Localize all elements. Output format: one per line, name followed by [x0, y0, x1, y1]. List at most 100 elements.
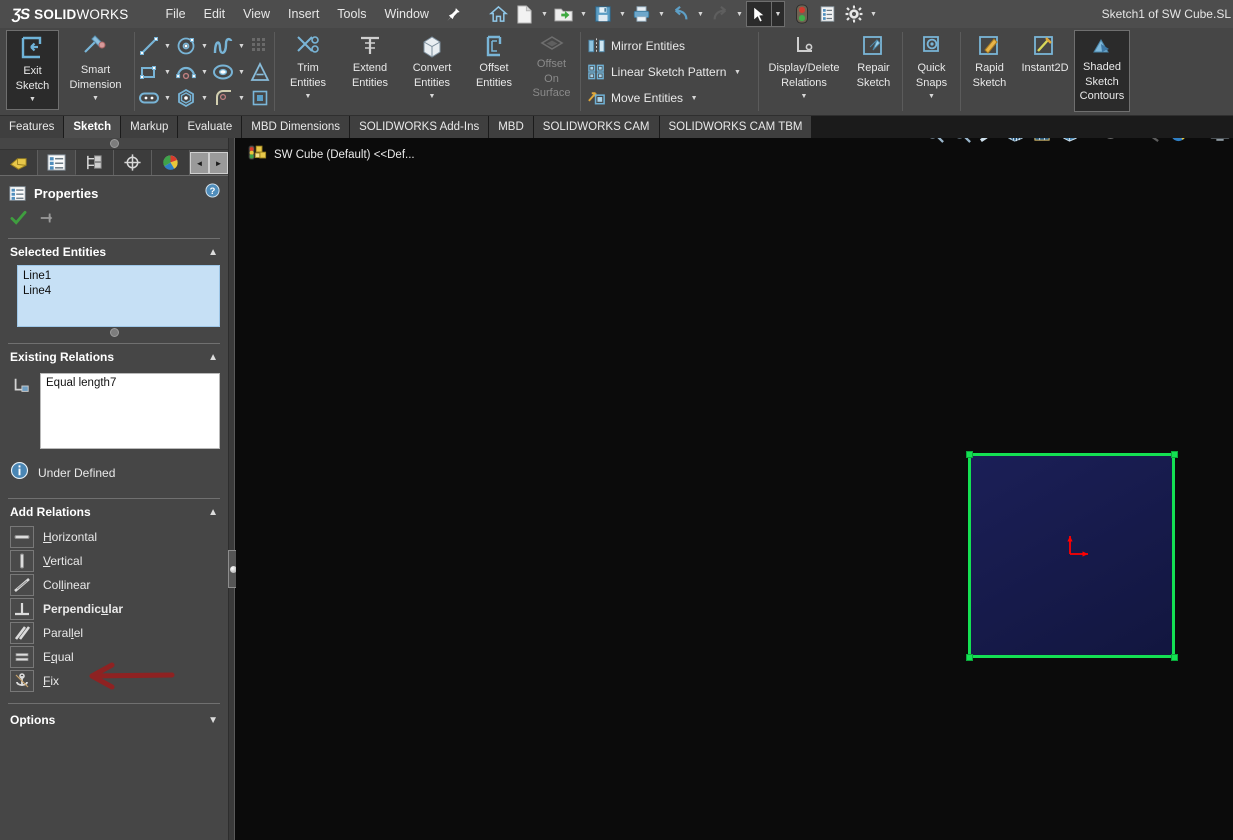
instant2d-button[interactable]: Instant2D	[1016, 30, 1074, 115]
rebuild-icon[interactable]	[789, 1, 815, 27]
slot-caret-icon[interactable]: ▼	[161, 86, 174, 110]
print-icon[interactable]	[629, 1, 655, 27]
relation-parallel[interactable]: Parallel	[0, 621, 228, 645]
ellipse-icon[interactable]	[211, 60, 235, 84]
tab-solidworks-cam-tbm[interactable]: SOLIDWORKS CAM TBM	[660, 116, 813, 138]
line-caret-icon[interactable]: ▼	[161, 34, 174, 58]
sketch-endpoint[interactable]	[966, 654, 973, 661]
selected-entity-item[interactable]: Line1	[23, 269, 214, 284]
tab-features[interactable]: Features	[0, 116, 64, 138]
chevron-up-icon-add[interactable]: ▲	[208, 507, 218, 518]
convert-entities-button[interactable]: Convert Entities ▼	[401, 30, 463, 115]
rectangle-caret-icon[interactable]: ▼	[161, 60, 174, 84]
plane-icon[interactable]	[248, 86, 272, 110]
options-header[interactable]: Options ▼	[0, 704, 228, 733]
open-document-caret-icon[interactable]: ▼	[577, 1, 590, 27]
text-icon[interactable]	[248, 60, 272, 84]
menu-insert[interactable]: Insert	[279, 3, 328, 25]
rectangle-icon[interactable]	[137, 60, 161, 84]
panel-top-grip[interactable]	[0, 138, 228, 150]
panel-splitter[interactable]	[229, 138, 235, 840]
sketch-line-right[interactable]	[1172, 454, 1175, 657]
polygon-icon[interactable]	[174, 86, 198, 110]
trim-entities-button[interactable]: Trim Entities ▼	[277, 30, 339, 115]
tab-mbd[interactable]: MBD	[489, 116, 534, 138]
tab-markup[interactable]: Markup	[121, 116, 178, 138]
hide-show-items-icon[interactable]	[1097, 138, 1124, 146]
undo-icon[interactable]	[668, 1, 694, 27]
existing-relation-item[interactable]: Equal length7	[46, 376, 214, 391]
pushpin-icon[interactable]	[444, 4, 464, 24]
sketch-endpoint[interactable]	[1171, 654, 1178, 661]
graphics-area[interactable]: ▼ ▼ ▼ SW Cube (Default) <<Def...	[236, 138, 1233, 840]
extend-entities-button[interactable]: Extend Entities	[339, 30, 401, 115]
menu-edit[interactable]: Edit	[195, 3, 235, 25]
panel-tab-feature-manager[interactable]	[0, 150, 38, 175]
grip-handle-icon[interactable]	[110, 139, 119, 148]
offset-entities-button[interactable]: Offset Entities	[463, 30, 525, 115]
quick-snaps-button[interactable]: Quick Snaps ▼	[905, 30, 958, 115]
panel-tab-dimxpert-manager[interactable]	[114, 150, 152, 175]
exit-sketch-dropdown-icon[interactable]: ▼	[29, 94, 36, 107]
select-cursor-icon[interactable]	[746, 1, 772, 27]
zoom-to-fit-icon[interactable]	[921, 138, 948, 146]
section-view-icon[interactable]	[1002, 138, 1029, 146]
full-screen-icon[interactable]	[1206, 138, 1233, 146]
tab-sketch[interactable]: Sketch	[64, 116, 121, 138]
linear-sketch-pattern-item[interactable]: Linear Sketch Pattern ▼	[583, 59, 756, 85]
linear-sketch-pattern-caret-icon[interactable]: ▼	[726, 69, 748, 76]
shaded-sketch-contours-button[interactable]: Shaded Sketch Contours	[1074, 30, 1130, 112]
display-style-icon[interactable]	[1056, 138, 1083, 146]
panel-tab-prev-button[interactable]: ◄	[190, 152, 209, 174]
add-relations-header[interactable]: Add Relations ▲	[0, 499, 228, 525]
selected-entities-listbox[interactable]: Line1 Line4	[17, 265, 220, 327]
select-caret-icon[interactable]: ▼	[772, 1, 785, 27]
panel-tab-configuration-manager[interactable]	[76, 150, 114, 175]
help-question-icon[interactable]: ?	[205, 183, 220, 203]
panel-tab-display-manager[interactable]	[152, 150, 190, 175]
ellipse-caret-icon[interactable]: ▼	[235, 60, 248, 84]
tab-evaluate[interactable]: Evaluate	[178, 116, 242, 138]
zoom-to-area-icon[interactable]	[948, 138, 975, 146]
exit-sketch-button[interactable]: Exit Sketch ▼	[6, 30, 59, 110]
options-caret-icon[interactable]: ▼	[867, 1, 880, 27]
rapid-sketch-button[interactable]: Rapid Sketch	[963, 30, 1016, 115]
tab-solidworks-add-ins[interactable]: SOLIDWORKS Add-Ins	[350, 116, 489, 138]
line-icon[interactable]	[137, 34, 161, 58]
view-orientation-icon[interactable]	[1029, 138, 1056, 146]
menu-window[interactable]: Window	[375, 3, 437, 25]
fillet-caret-icon[interactable]: ▼	[235, 86, 248, 110]
spline-icon[interactable]	[211, 34, 235, 58]
fillet-icon[interactable]	[211, 86, 235, 110]
hide-show-items-caret-icon[interactable]: ▼	[1124, 138, 1138, 146]
menu-file[interactable]: File	[156, 3, 194, 25]
move-entities-caret-icon[interactable]: ▼	[683, 95, 705, 102]
circle-caret-icon[interactable]: ▼	[198, 34, 211, 58]
arc-caret-icon[interactable]: ▼	[198, 60, 211, 84]
chevron-up-icon-selected[interactable]: ▲	[208, 247, 218, 258]
tab-solidworks-cam[interactable]: SOLIDWORKS CAM	[534, 116, 660, 138]
menu-tools[interactable]: Tools	[328, 3, 375, 25]
save-caret-icon[interactable]: ▼	[616, 1, 629, 27]
sketch-line-top[interactable]	[969, 453, 1175, 456]
sketch-line-bottom[interactable]	[969, 655, 1175, 658]
convert-entities-dropdown-icon[interactable]: ▼	[429, 91, 436, 104]
origin-icon[interactable]	[1066, 528, 1102, 564]
arc-icon[interactable]	[174, 60, 198, 84]
tab-mbd-dimensions[interactable]: MBD Dimensions	[242, 116, 350, 138]
display-delete-relations-dropdown-icon[interactable]: ▼	[801, 91, 808, 104]
undo-caret-icon[interactable]: ▼	[694, 1, 707, 27]
polygon-caret-icon[interactable]: ▼	[198, 86, 211, 110]
apply-scene-icon[interactable]	[1165, 138, 1192, 146]
open-document-icon[interactable]	[551, 1, 577, 27]
smart-dimension-button[interactable]: Smart Dimension ▼	[59, 30, 132, 115]
mirror-entities-item[interactable]: Mirror Entities	[583, 33, 756, 59]
quick-snaps-dropdown-icon[interactable]: ▼	[928, 91, 935, 104]
repair-sketch-button[interactable]: Repair Sketch	[847, 30, 900, 115]
selected-entities-resize-grip[interactable]	[0, 328, 228, 337]
sketch-line-left[interactable]	[968, 454, 971, 657]
file-properties-icon[interactable]	[815, 1, 841, 27]
chevron-down-icon-options[interactable]: ▼	[208, 715, 218, 726]
keep-visible-pin-icon[interactable]	[39, 211, 55, 230]
circle-icon[interactable]	[174, 34, 198, 58]
